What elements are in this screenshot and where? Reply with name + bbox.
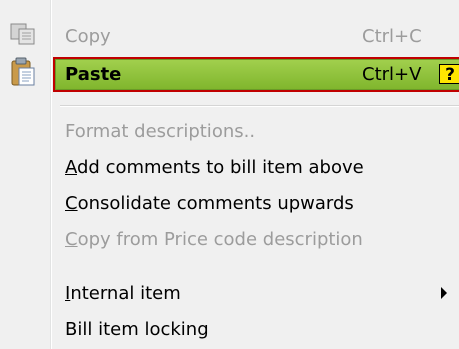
menu-item-consolidate-comments[interactable]: Consolidate comments upwards [0, 186, 459, 222]
menu-item-copy-from-price-code: Copy from Price code description [0, 222, 459, 258]
menu-item-add-comments-label: Add comments to bill item above [65, 157, 364, 178]
menu-item-copy-from-price-code-label: Copy from Price code description [65, 229, 363, 250]
menu-item-format-descriptions-label: Format descriptions.. [65, 121, 256, 142]
menu-item-paste-label: Paste [65, 64, 122, 85]
menu-item-copy: Copy Ctrl+C [0, 19, 459, 55]
menu-item-copy-from-price-code-rest: opy from Price code description [77, 229, 363, 250]
menu-item-add-comments-rest: dd comments to bill item above [77, 157, 364, 178]
menu-item-internal-item-label: Internal item [65, 283, 181, 304]
menu-separator-highlight [60, 106, 459, 107]
help-badge-icon[interactable]: ? [439, 64, 459, 85]
context-menu: Copy Ctrl+C Paste Ctrl+V ? Format descri… [0, 0, 459, 349]
menu-item-add-comments[interactable]: Add comments to bill item above [0, 150, 459, 186]
menu-item-bill-item-locking-label: Bill item locking [65, 319, 209, 340]
menu-item-consolidate-comments-label: Consolidate comments upwards [65, 193, 354, 214]
submenu-arrow-icon [441, 287, 447, 299]
menu-item-internal-item[interactable]: Internal item [0, 276, 459, 312]
menu-item-format-descriptions: Format descriptions.. [0, 114, 459, 150]
mnemonic-c-disabled: C [65, 229, 78, 250]
menu-item-internal-item-rest: nternal item [70, 283, 181, 304]
menu-item-bill-item-locking[interactable]: Bill item locking [0, 312, 459, 348]
menu-item-paste-shortcut: Ctrl+V [362, 64, 422, 85]
mnemonic-a: A [65, 157, 77, 178]
menu-item-copy-label: Copy [65, 26, 111, 47]
mnemonic-c: C [65, 193, 78, 214]
menu-item-paste[interactable]: Paste Ctrl+V [0, 57, 459, 93]
menu-item-consolidate-comments-rest: onsolidate comments upwards [77, 193, 354, 214]
menu-item-copy-shortcut: Ctrl+C [362, 26, 422, 47]
